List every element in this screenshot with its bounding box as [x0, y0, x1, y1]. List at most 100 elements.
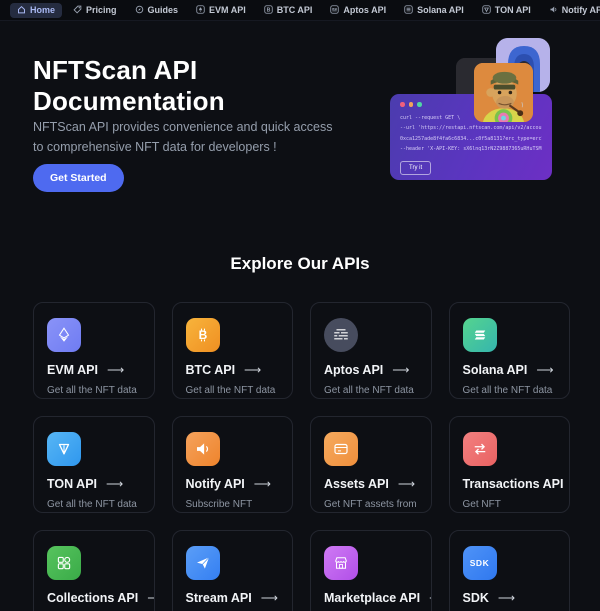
- nav-item-solana-api[interactable]: Solana API: [397, 3, 471, 18]
- card-description: Get all the NFT data from the Solana blo…: [462, 385, 553, 396]
- ton-icon: [47, 432, 81, 466]
- nav-item-aptos-api[interactable]: Aptos API: [323, 3, 393, 18]
- paper-plane-icon: [185, 546, 220, 580]
- code-line: --url 'https://restapi.nftscan.com/api/v…: [400, 125, 542, 131]
- compass-icon: [135, 5, 144, 16]
- window-dot-orange: [408, 102, 413, 107]
- ethereum-badge-icon: [196, 4, 205, 16]
- tag-icon: [73, 5, 82, 16]
- sdk-icon-label: SDK: [469, 558, 490, 568]
- card-title: Assets API: [324, 477, 389, 491]
- nav-item-guides[interactable]: Guides: [128, 3, 186, 18]
- arrow-right-icon: ⟶: [106, 363, 125, 377]
- card-title: Notify API: [185, 477, 245, 491]
- arrow-right-icon: ⟶: [392, 363, 410, 377]
- megaphone-icon: [185, 432, 220, 466]
- sdk-icon: SDK: [462, 546, 497, 580]
- arrow-right-icon: ⟶: [536, 363, 554, 377]
- window-dot-red: [400, 102, 405, 107]
- ethereum-icon: [47, 318, 81, 352]
- card-title: TON API: [47, 477, 98, 491]
- card-description: Get NFT transactions from multiple chain…: [462, 499, 501, 510]
- card-marketplace-api[interactable]: Marketplace API⟶ Get marketplace pending…: [310, 530, 432, 611]
- nav-item-label: Pricing: [86, 5, 117, 15]
- card-title: Transactions API: [462, 477, 564, 491]
- card-description: Get all the NFT data from the Bitcoin bl…: [185, 385, 276, 396]
- card-evm-api[interactable]: EVM API ⟶ Get all the NFT data from EVM c…: [33, 302, 155, 399]
- arrow-right-icon: ⟶: [497, 591, 516, 605]
- api-card-grid: EVM API ⟶ Get all the NFT data from EVM c…: [33, 302, 570, 611]
- svg-text:B: B: [266, 7, 270, 13]
- arrow-right-icon: ⟶: [106, 477, 124, 491]
- card-sdk[interactable]: SDK SDK⟶ Quick access to NFT data with S…: [448, 530, 570, 611]
- card-description: Get all the NFT data from the TON blockc…: [47, 499, 137, 510]
- storefront-icon: [324, 546, 358, 580]
- card-description: Get all the NFT data from EVM chains.: [47, 385, 137, 396]
- code-line: --header 'X-API-KEY: sX6lnq13rN2Z9887365…: [400, 146, 542, 152]
- card-title: Aptos API: [324, 363, 384, 377]
- card-solana-api[interactable]: Solana API ⟶ Get all the NFT data from th…: [448, 302, 570, 399]
- solana-badge-icon: [404, 4, 413, 16]
- card-title: Marketplace API: [324, 591, 421, 605]
- nav-item-label: Notify API: [561, 5, 600, 15]
- aptos-badge-icon: [330, 4, 340, 16]
- arrow-right-icon: ⟶: [147, 591, 153, 605]
- svg-text:B: B: [198, 328, 207, 342]
- card-stream-api[interactable]: Stream API⟶ Subscribe NFT activities fro…: [171, 530, 293, 611]
- explore-heading: Explore Our APIs: [230, 254, 370, 273]
- top-nav: Home Pricing Guides EVM API B BTC API Ap…: [0, 0, 600, 21]
- nft-image-bored-ape: [474, 63, 533, 122]
- get-started-button[interactable]: Get Started: [33, 164, 124, 192]
- card-assets-api[interactable]: Assets API ⟶ Get NFT assets from multiple…: [310, 416, 432, 513]
- nav-item-label: Solana API: [417, 5, 464, 15]
- nav-item-btc-api[interactable]: B BTC API: [257, 3, 320, 18]
- card-description: Get all the NFT data from the Aptos bloc…: [324, 385, 414, 396]
- squares-icon: [47, 546, 81, 580]
- nav-item-label: BTC API: [276, 5, 313, 15]
- card-title: Collections API: [47, 591, 139, 605]
- nav-item-label: Home: [30, 5, 56, 15]
- card-ton-api[interactable]: TON API ⟶ Get all the NFT data from the T…: [33, 416, 155, 513]
- wallet-icon: [324, 432, 358, 466]
- arrow-right-icon: ⟶: [253, 477, 271, 491]
- card-aptos-api[interactable]: Aptos API ⟶ Get all the NFT data from the…: [310, 302, 432, 399]
- bitcoin-icon: B: [185, 318, 220, 352]
- card-collections-api[interactable]: Collections API⟶ Get NFT collections fro…: [33, 530, 155, 611]
- nav-item-label: Guides: [147, 5, 179, 15]
- transfer-icon: [462, 432, 497, 466]
- nav-item-label: Aptos API: [343, 5, 387, 15]
- try-it-button[interactable]: Try it: [400, 160, 432, 175]
- nav-item-label: TON API: [494, 5, 531, 15]
- window-dot-green: [417, 102, 422, 107]
- code-line: 0xca1257ade8f4fa6c6834...c0f5a8131?erc_t…: [400, 135, 542, 142]
- card-btc-api[interactable]: B BTC API ⟶ Get all the NFT data from the…: [171, 302, 293, 399]
- hero-section: NFTScan API Documentation NFTScan API pr…: [0, 21, 600, 206]
- nav-item-ton-api[interactable]: TON API: [475, 3, 538, 18]
- aptos-icon: [324, 318, 358, 352]
- card-description: Get NFT assets from multiple chains.: [324, 499, 417, 510]
- arrow-right-icon: ⟶: [429, 591, 430, 605]
- nav-item-home[interactable]: Home: [10, 2, 63, 18]
- arrow-right-icon: ⟶: [244, 363, 262, 377]
- megaphone-icon: [549, 5, 558, 16]
- arrow-right-icon: ⟶: [397, 477, 416, 491]
- page-title: NFTScan API Documentation: [33, 55, 225, 116]
- home-icon: [17, 5, 26, 16]
- arrow-right-icon: ⟶: [260, 591, 278, 605]
- nav-item-notify-api[interactable]: Notify API: [542, 3, 600, 18]
- card-title: Solana API: [462, 363, 528, 377]
- card-title: EVM API: [47, 363, 98, 377]
- nav-item-label: EVM API: [209, 5, 246, 15]
- card-description: Subscribe NFT activities from EVM chains…: [185, 499, 253, 510]
- ton-badge-icon: [482, 4, 491, 16]
- nav-item-evm-api[interactable]: EVM API: [189, 3, 253, 18]
- nav-item-pricing[interactable]: Pricing: [66, 3, 124, 18]
- card-title: Stream API: [185, 591, 252, 605]
- card-title: SDK: [462, 591, 489, 605]
- hero-subtitle: NFTScan API provides convenience and qui…: [33, 120, 333, 154]
- card-notify-api[interactable]: Notify API ⟶ Subscribe NFT activities fro…: [171, 416, 293, 513]
- bitcoin-badge-icon: B: [264, 4, 273, 16]
- solana-icon: [462, 318, 497, 352]
- card-transactions-api[interactable]: Transactions API⟶ Get NFT transactions f…: [448, 416, 570, 513]
- card-title: BTC API: [185, 363, 236, 377]
